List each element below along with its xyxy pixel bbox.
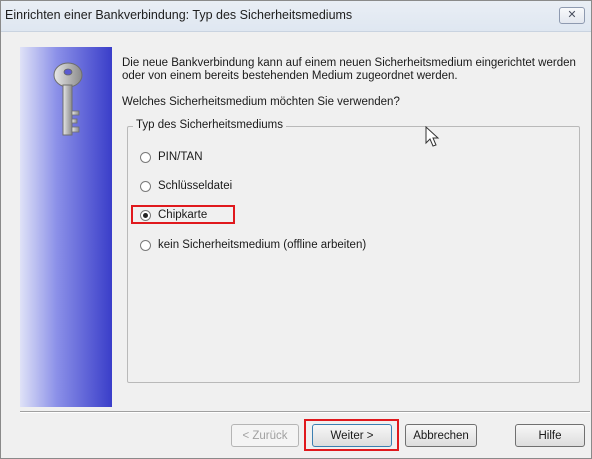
radio-option-pin-tan[interactable]: PIN/TAN bbox=[140, 149, 203, 165]
title-bar: Einrichten einer Bankverbindung: Typ des… bbox=[1, 1, 591, 32]
mouse-pointer-icon bbox=[425, 126, 440, 147]
intro-text: Die neue Bankverbindung kann auf einem n… bbox=[122, 57, 576, 82]
next-highlight-frame bbox=[304, 419, 399, 451]
help-button[interactable]: Hilfe bbox=[515, 424, 585, 447]
side-image-panel bbox=[20, 47, 112, 407]
window-title: Einrichten einer Bankverbindung: Typ des… bbox=[5, 8, 353, 22]
radio-label: Schlüsseldatei bbox=[158, 180, 233, 192]
radio-button[interactable] bbox=[140, 239, 151, 251]
back-button[interactable]: < Zurück bbox=[231, 424, 299, 447]
key-icon bbox=[53, 62, 83, 136]
groupbox-label: Typ des Sicherheitsmediums bbox=[133, 119, 287, 131]
radio-option-schluesseldatei[interactable]: Schlüsseldatei bbox=[140, 178, 232, 194]
close-icon: ✕ bbox=[567, 9, 577, 21]
radio-label: kein Sicherheitsmedium (offline arbeiten… bbox=[158, 239, 367, 251]
radio-button[interactable] bbox=[140, 180, 151, 192]
radio-option-offline[interactable]: kein Sicherheitsmedium (offline arbeiten… bbox=[140, 237, 366, 253]
radio-button[interactable] bbox=[140, 151, 151, 163]
question-text: Welches Sicherheitsmedium möchten Sie ve… bbox=[122, 96, 400, 108]
footer-divider bbox=[20, 411, 590, 413]
close-button[interactable]: ✕ bbox=[559, 7, 585, 24]
cancel-button[interactable]: Abbrechen bbox=[405, 424, 477, 447]
chipkarte-highlight-frame bbox=[131, 205, 235, 224]
radio-label: PIN/TAN bbox=[158, 151, 203, 163]
dialog-window: Einrichten einer Bankverbindung: Typ des… bbox=[0, 0, 592, 459]
